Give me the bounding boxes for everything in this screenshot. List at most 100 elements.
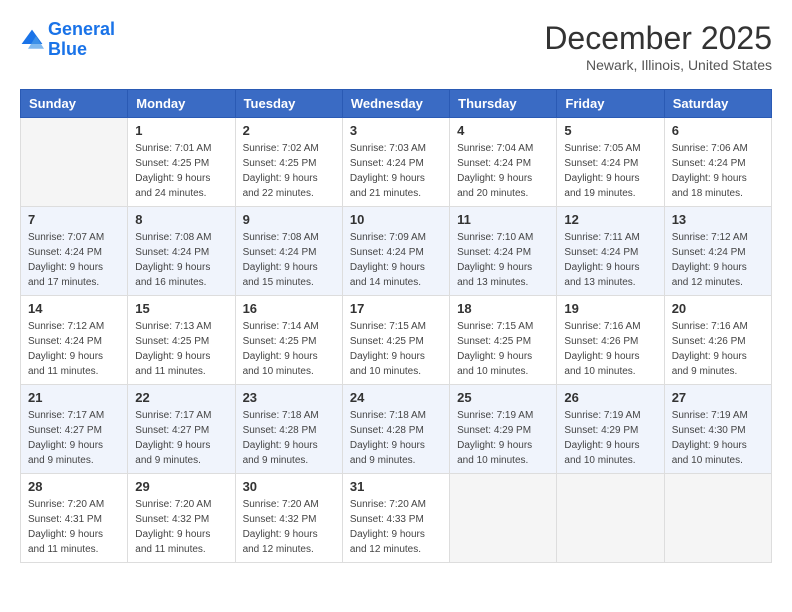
week-row-2: 14Sunrise: 7:12 AM Sunset: 4:24 PM Dayli… xyxy=(21,296,772,385)
header-wednesday: Wednesday xyxy=(342,90,449,118)
day-number: 16 xyxy=(243,301,335,316)
calendar-cell: 16 Sunrise: 7:14 AM Sunset: 4:25 PM Dayli… xyxy=(235,296,342,385)
day-info: Sunrise: 7:06 AM Sunset: 4:24 PM Dayligh… xyxy=(672,141,764,201)
day-info: Sunrise: 7:11 AM Sunset: 4:24 PM Dayligh… xyxy=(564,230,656,290)
day-info: Sunrise: 7:16 AM Sunset: 4:26 PM Dayligh… xyxy=(564,319,656,379)
day-number: 6 xyxy=(672,123,764,138)
logo-line2: Blue xyxy=(48,39,87,59)
day-number: 26 xyxy=(564,390,656,405)
location-title: Newark, Illinois, United States xyxy=(544,57,772,73)
day-number: 27 xyxy=(672,390,764,405)
day-number: 3 xyxy=(350,123,442,138)
calendar-cell: 28 Sunrise: 7:20 AM Sunset: 4:31 PM Dayli… xyxy=(21,474,128,563)
calendar-cell: 7 Sunrise: 7:07 AM Sunset: 4:24 PM Daylig… xyxy=(21,207,128,296)
calendar-cell: 18Sunrise: 7:15 AM Sunset: 4:25 PM Dayli… xyxy=(450,296,557,385)
day-info: Sunrise: 7:17 AM Sunset: 4:27 PM Dayligh… xyxy=(28,408,120,468)
day-number: 20 xyxy=(672,301,764,316)
calendar-cell: 4Sunrise: 7:04 AM Sunset: 4:24 PM Daylig… xyxy=(450,118,557,207)
header-sunday: Sunday xyxy=(21,90,128,118)
calendar-cell: 25 Sunrise: 7:19 AM Sunset: 4:29 PM Dayli… xyxy=(450,385,557,474)
day-info: Sunrise: 7:10 AM Sunset: 4:24 PM Dayligh… xyxy=(457,230,549,290)
calendar-cell: 3 Sunrise: 7:03 AM Sunset: 4:24 PM Daylig… xyxy=(342,118,449,207)
header-tuesday: Tuesday xyxy=(235,90,342,118)
calendar-cell xyxy=(664,474,771,563)
day-number: 21 xyxy=(28,390,120,405)
calendar-cell: 26 Sunrise: 7:19 AM Sunset: 4:29 PM Dayli… xyxy=(557,385,664,474)
calendar-cell: 13Sunrise: 7:12 AM Sunset: 4:24 PM Dayli… xyxy=(664,207,771,296)
day-info: Sunrise: 7:17 AM Sunset: 4:27 PM Dayligh… xyxy=(135,408,227,468)
day-number: 30 xyxy=(243,479,335,494)
day-number: 18 xyxy=(457,301,549,316)
logo-icon xyxy=(20,28,44,52)
day-info: Sunrise: 7:16 AM Sunset: 4:26 PM Dayligh… xyxy=(672,319,764,379)
day-number: 12 xyxy=(564,212,656,227)
day-number: 2 xyxy=(243,123,335,138)
day-number: 17 xyxy=(350,301,442,316)
day-number: 1 xyxy=(135,123,227,138)
day-info: Sunrise: 7:13 AM Sunset: 4:25 PM Dayligh… xyxy=(135,319,227,379)
day-number: 7 xyxy=(28,212,120,227)
header-monday: Monday xyxy=(128,90,235,118)
day-number: 10 xyxy=(350,212,442,227)
day-number: 15 xyxy=(135,301,227,316)
calendar-cell: 17 Sunrise: 7:15 AM Sunset: 4:25 PM Dayli… xyxy=(342,296,449,385)
page-header: General Blue December 2025 Newark, Illin… xyxy=(20,20,772,73)
calendar-cell: 29 Sunrise: 7:20 AM Sunset: 4:32 PM Dayli… xyxy=(128,474,235,563)
day-info: Sunrise: 7:01 AM Sunset: 4:25 PM Dayligh… xyxy=(135,141,227,201)
day-number: 19 xyxy=(564,301,656,316)
header-saturday: Saturday xyxy=(664,90,771,118)
day-number: 14 xyxy=(28,301,120,316)
calendar-cell: 12 Sunrise: 7:11 AM Sunset: 4:24 PM Dayli… xyxy=(557,207,664,296)
week-row-3: 21 Sunrise: 7:17 AM Sunset: 4:27 PM Dayli… xyxy=(21,385,772,474)
day-number: 8 xyxy=(135,212,227,227)
day-info: Sunrise: 7:14 AM Sunset: 4:25 PM Dayligh… xyxy=(243,319,335,379)
calendar-cell xyxy=(450,474,557,563)
calendar-cell: 6 Sunrise: 7:06 AM Sunset: 4:24 PM Daylig… xyxy=(664,118,771,207)
day-number: 25 xyxy=(457,390,549,405)
day-info: Sunrise: 7:20 AM Sunset: 4:33 PM Dayligh… xyxy=(350,497,442,557)
day-info: Sunrise: 7:20 AM Sunset: 4:31 PM Dayligh… xyxy=(28,497,120,557)
day-info: Sunrise: 7:03 AM Sunset: 4:24 PM Dayligh… xyxy=(350,141,442,201)
calendar-cell: 31Sunrise: 7:20 AM Sunset: 4:33 PM Dayli… xyxy=(342,474,449,563)
month-title: December 2025 xyxy=(544,20,772,57)
calendar-cell: 14Sunrise: 7:12 AM Sunset: 4:24 PM Dayli… xyxy=(21,296,128,385)
day-info: Sunrise: 7:08 AM Sunset: 4:24 PM Dayligh… xyxy=(243,230,335,290)
calendar-cell xyxy=(21,118,128,207)
day-info: Sunrise: 7:18 AM Sunset: 4:28 PM Dayligh… xyxy=(243,408,335,468)
calendar-cell: 20 Sunrise: 7:16 AM Sunset: 4:26 PM Dayli… xyxy=(664,296,771,385)
day-number: 24 xyxy=(350,390,442,405)
day-info: Sunrise: 7:12 AM Sunset: 4:24 PM Dayligh… xyxy=(672,230,764,290)
day-number: 29 xyxy=(135,479,227,494)
calendar-cell: 15 Sunrise: 7:13 AM Sunset: 4:25 PM Dayli… xyxy=(128,296,235,385)
day-info: Sunrise: 7:08 AM Sunset: 4:24 PM Dayligh… xyxy=(135,230,227,290)
logo-text: General Blue xyxy=(48,20,115,60)
day-info: Sunrise: 7:20 AM Sunset: 4:32 PM Dayligh… xyxy=(135,497,227,557)
calendar-cell: 19 Sunrise: 7:16 AM Sunset: 4:26 PM Dayli… xyxy=(557,296,664,385)
day-info: Sunrise: 7:19 AM Sunset: 4:30 PM Dayligh… xyxy=(672,408,764,468)
day-number: 4 xyxy=(457,123,549,138)
day-info: Sunrise: 7:19 AM Sunset: 4:29 PM Dayligh… xyxy=(457,408,549,468)
header-thursday: Thursday xyxy=(450,90,557,118)
title-area: December 2025 Newark, Illinois, United S… xyxy=(544,20,772,73)
calendar-cell: 5Sunrise: 7:05 AM Sunset: 4:24 PM Daylig… xyxy=(557,118,664,207)
week-row-1: 7 Sunrise: 7:07 AM Sunset: 4:24 PM Daylig… xyxy=(21,207,772,296)
header-row: SundayMondayTuesdayWednesdayThursdayFrid… xyxy=(21,90,772,118)
day-info: Sunrise: 7:18 AM Sunset: 4:28 PM Dayligh… xyxy=(350,408,442,468)
day-info: Sunrise: 7:07 AM Sunset: 4:24 PM Dayligh… xyxy=(28,230,120,290)
day-number: 22 xyxy=(135,390,227,405)
day-info: Sunrise: 7:15 AM Sunset: 4:25 PM Dayligh… xyxy=(350,319,442,379)
week-row-0: 1 Sunrise: 7:01 AM Sunset: 4:25 PM Daylig… xyxy=(21,118,772,207)
day-info: Sunrise: 7:19 AM Sunset: 4:29 PM Dayligh… xyxy=(564,408,656,468)
calendar-cell: 2 Sunrise: 7:02 AM Sunset: 4:25 PM Daylig… xyxy=(235,118,342,207)
calendar-table: SundayMondayTuesdayWednesdayThursdayFrid… xyxy=(20,89,772,563)
calendar-cell: 10Sunrise: 7:09 AM Sunset: 4:24 PM Dayli… xyxy=(342,207,449,296)
calendar-cell: 9Sunrise: 7:08 AM Sunset: 4:24 PM Daylig… xyxy=(235,207,342,296)
day-info: Sunrise: 7:02 AM Sunset: 4:25 PM Dayligh… xyxy=(243,141,335,201)
logo-line1: General xyxy=(48,19,115,39)
calendar-cell: 30Sunrise: 7:20 AM Sunset: 4:32 PM Dayli… xyxy=(235,474,342,563)
calendar-cell xyxy=(557,474,664,563)
calendar-cell: 22 Sunrise: 7:17 AM Sunset: 4:27 PM Dayli… xyxy=(128,385,235,474)
day-number: 28 xyxy=(28,479,120,494)
day-number: 11 xyxy=(457,212,549,227)
calendar-cell: 11 Sunrise: 7:10 AM Sunset: 4:24 PM Dayli… xyxy=(450,207,557,296)
